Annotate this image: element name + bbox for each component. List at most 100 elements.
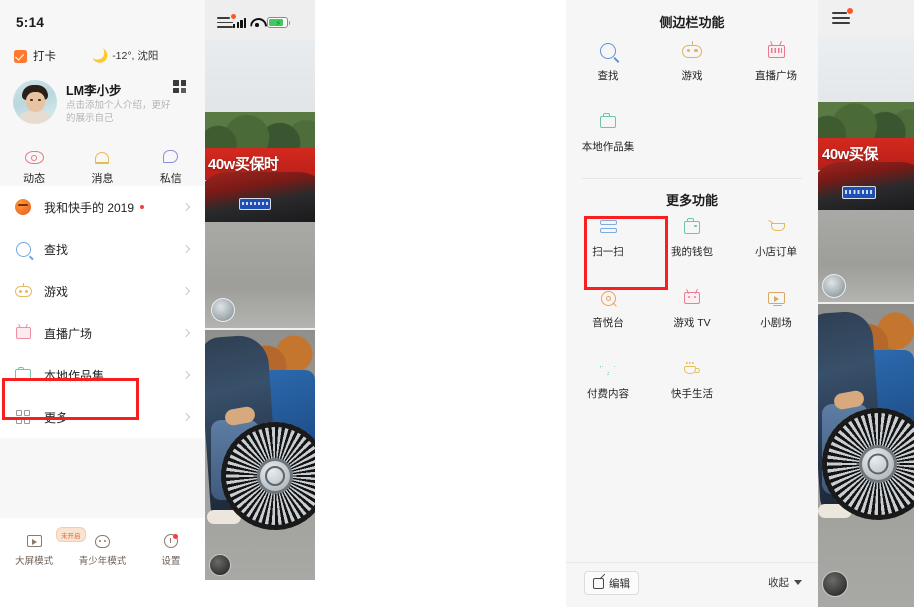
video1-license-plate [239, 198, 271, 210]
diamond-icon [566, 358, 650, 380]
sidebar-item-more[interactable]: 更多 [0, 396, 205, 438]
avatar[interactable] [13, 80, 57, 124]
video-card-1[interactable]: 40w买保时 [205, 40, 315, 328]
action-xiaoxi[interactable]: 消息 [68, 148, 136, 186]
checkin-checkbox-icon [14, 49, 27, 63]
video1-author-avatar[interactable] [211, 298, 235, 322]
grid-item-game[interactable]: 游戏 [650, 40, 734, 83]
video-card-2[interactable] [205, 330, 315, 580]
bottom-label-big-screen: 大屏模式 [15, 556, 54, 567]
theater-screen-icon [734, 287, 818, 309]
gear-icon [137, 532, 205, 550]
grid-label-wallet: 我的钱包 [671, 246, 713, 258]
grid-label-paid-content: 付费内容 [587, 388, 629, 400]
grid-item-music[interactable]: 音悦台 [566, 287, 650, 330]
hamburger-menu-icon[interactable] [217, 17, 233, 28]
sidebar-item-2019[interactable]: 我和快手的 2019 [0, 186, 205, 228]
status-bar: 5:14 [0, 14, 205, 38]
sidebar-label-local-works: 本地作品集 [44, 368, 105, 383]
right-video1-car [818, 162, 914, 212]
live-tv-icon [14, 324, 32, 342]
grid-item-wallet[interactable]: 我的钱包 [650, 216, 734, 259]
bottom-item-big-screen[interactable]: 未开启 大屏模式 [0, 527, 86, 567]
video2-author-avatar[interactable] [209, 554, 231, 576]
avatar-eye-left [30, 99, 33, 101]
bottom-item-settings[interactable]: 设置 [137, 532, 205, 567]
edit-button-label: 编辑 [609, 577, 630, 590]
sidebar-section-title: 侧边栏功能 [659, 15, 725, 30]
more-functions-grid: 扫一扫 我的钱包 小店订单 音悦台 游戏 TV 小剧场 付费内容 快手生活 [566, 216, 818, 401]
bottom-label-teen-mode: 青少年模式 [78, 556, 127, 567]
sidebar-menu-list: 我和快手的 2019 查找 游戏 直播广场 本地作品集 更多 [0, 186, 205, 438]
bottom-item-teen-mode[interactable]: 青少年模式 [68, 532, 136, 567]
grid-label-life: 快手生活 [671, 388, 713, 400]
sidebar-label-game: 游戏 [44, 284, 69, 299]
right-video-top-bar [818, 0, 914, 36]
right-video1-caption-text: 40w买保 [822, 146, 878, 163]
video2-wheel-hub [257, 458, 293, 494]
sidebar-item-live[interactable]: 直播广场 [0, 312, 205, 354]
action-sixin[interactable]: 私信 [137, 148, 205, 186]
teen-mode-icon [68, 532, 136, 550]
sidebar-label-more: 更多 [44, 410, 69, 425]
qr-code-icon[interactable] [173, 80, 186, 93]
weather-widget[interactable]: 🌙 -12°, 沈阳 [92, 48, 158, 63]
search-icon [566, 40, 650, 62]
sidebar-item-search[interactable]: 查找 [0, 228, 205, 270]
shopping-cart-icon [734, 216, 818, 238]
status-bar-time: 5:14 [16, 15, 45, 30]
right-video1-author-avatar[interactable] [822, 274, 846, 298]
chevron-down-icon [794, 580, 802, 585]
edit-pencil-icon [593, 577, 604, 589]
sidebar-label-2019: 我和快手的 2019 [44, 200, 135, 215]
game-robot-icon [650, 40, 734, 62]
left-video-feed: 40w买保时 [205, 0, 315, 580]
collapse-button[interactable]: 收起 [768, 575, 802, 590]
chevron-right-icon [181, 412, 191, 422]
sidebar-item-local-works[interactable]: 本地作品集 [0, 354, 205, 396]
left-sidebar-drawer: 5:14 打卡 🌙 -12°, 沈阳 LM李小步 点击添加个人介绍，更好的展示自… [0, 0, 205, 580]
grid-item-local-works[interactable]: 本地作品集 [566, 111, 650, 154]
right-video-card-1[interactable]: 40w买保 [818, 36, 914, 302]
grid-label-live: 直播广场 [755, 70, 797, 82]
coffee-cup-icon [650, 358, 734, 380]
grid-item-shop-orders[interactable]: 小店订单 [734, 216, 818, 259]
grid-label-game-tv: 游戏 TV [673, 317, 711, 329]
eye-icon [0, 148, 68, 166]
right-video2-author-avatar[interactable] [822, 571, 848, 597]
panel-bottom-bar: 编辑 收起 [566, 563, 818, 607]
profile-block[interactable]: LM李小步 点击添加个人介绍，更好的展示自己 [0, 78, 205, 134]
scan-icon [566, 216, 650, 238]
avatar-body [18, 111, 52, 124]
checkin-button[interactable]: 打卡 [14, 48, 56, 64]
collapse-button-label: 收起 [768, 577, 789, 589]
grid-item-theater[interactable]: 小剧场 [734, 287, 818, 330]
wallet-icon [650, 216, 734, 238]
battery-charging-icon: ⚡ [267, 17, 291, 28]
right-video-feed: 40w买保 [818, 0, 914, 607]
grid-label-theater: 小剧场 [760, 317, 792, 329]
more-functions-panel: 侧边栏功能 查找 游戏 直播广场 本地作品集 更多功能 扫一扫 我的钱包 小店订… [566, 0, 818, 607]
section-divider [582, 178, 802, 179]
action-dongtai[interactable]: 动态 [0, 148, 68, 186]
sidebar-item-game[interactable]: 游戏 [0, 270, 205, 312]
edit-button[interactable]: 编辑 [584, 571, 639, 595]
right-video-card-2[interactable] [818, 304, 914, 607]
grid-item-game-tv[interactable]: 游戏 TV [650, 287, 734, 330]
chevron-right-icon [181, 370, 191, 380]
grid-item-live[interactable]: 直播广场 [734, 40, 818, 83]
profile-bio[interactable]: 点击添加个人介绍，更好的展示自己 [66, 99, 178, 125]
cellular-signal-icon [233, 18, 247, 28]
grid-item-scan[interactable]: 扫一扫 [566, 216, 650, 259]
pumpkin-icon [14, 198, 32, 216]
moon-icon: 🌙 [92, 48, 109, 63]
avatar-eye-right [38, 99, 41, 101]
new-badge-dot [140, 205, 145, 209]
profile-name: LM李小步 [66, 84, 122, 98]
avatar-face [26, 92, 45, 112]
grid-item-paid-content[interactable]: 付费内容 [566, 358, 650, 401]
wifi-icon [250, 18, 263, 28]
grid-item-life[interactable]: 快手生活 [650, 358, 734, 401]
hamburger-menu-icon[interactable] [832, 12, 850, 24]
grid-item-search[interactable]: 查找 [566, 40, 650, 83]
